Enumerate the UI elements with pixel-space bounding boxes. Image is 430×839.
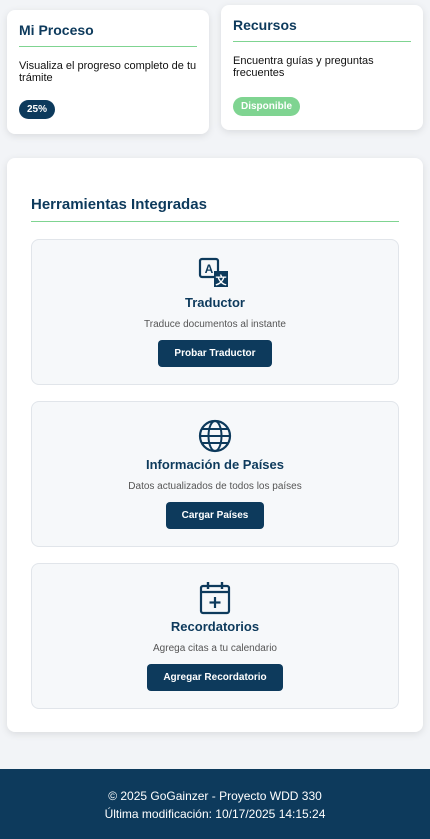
page-footer: © 2025 GoGainzer - Proyecto WDD 330 Últi… (0, 769, 430, 839)
try-translator-button[interactable]: Probar Traductor (158, 340, 272, 367)
tool-card-countries: Información de Países Datos actualizados… (31, 401, 399, 547)
translate-icon: A 文 (198, 257, 228, 287)
load-countries-button[interactable]: Cargar Países (165, 502, 265, 529)
status-badge: Disponible (233, 97, 301, 116)
svg-text:文: 文 (216, 273, 228, 287)
tool-name: Traductor (185, 295, 245, 310)
tool-description: Datos actualizados de todos los países (128, 481, 302, 492)
progress-badge: 25% (19, 100, 56, 119)
process-card-description: Visualiza el progreso completo de tu trá… (19, 60, 197, 84)
resources-card-title: Recursos (233, 17, 411, 42)
resources-card-description: Encuentra guías y preguntas frecuentes (233, 55, 374, 79)
svg-text:A: A (205, 262, 214, 276)
tool-description: Agrega citas a tu calendario (153, 643, 277, 654)
tool-name: Recordatorios (170, 619, 260, 634)
tool-card-translator: A 文 Traductor Traduce documentos al inst… (31, 239, 399, 385)
calendar-icon (199, 582, 231, 615)
resources-card[interactable]: Recursos Encuentra guías y preguntas fre… (221, 5, 423, 130)
integrated-tools-panel: Herramientas Integradas A 文 Traductor Tr… (7, 158, 423, 732)
process-card-title: Mi Proceso (19, 22, 197, 47)
add-reminder-button[interactable]: Agregar Recordatorio (147, 664, 283, 691)
globe-icon (198, 419, 232, 453)
footer-copyright: © 2025 GoGainzer - Proyecto WDD 330 (108, 789, 322, 803)
tool-card-reminders: Recordatorios Agrega citas a tu calendar… (31, 563, 399, 709)
section-title: Herramientas Integradas (31, 196, 399, 222)
tool-description: Traduce documentos al instante (144, 319, 286, 330)
process-card[interactable]: Mi Proceso Visualiza el progreso complet… (7, 10, 209, 134)
footer-last-modified: Última modificación: 10/17/2025 14:15:24 (104, 807, 326, 821)
tool-name: Información de Países (146, 457, 284, 472)
